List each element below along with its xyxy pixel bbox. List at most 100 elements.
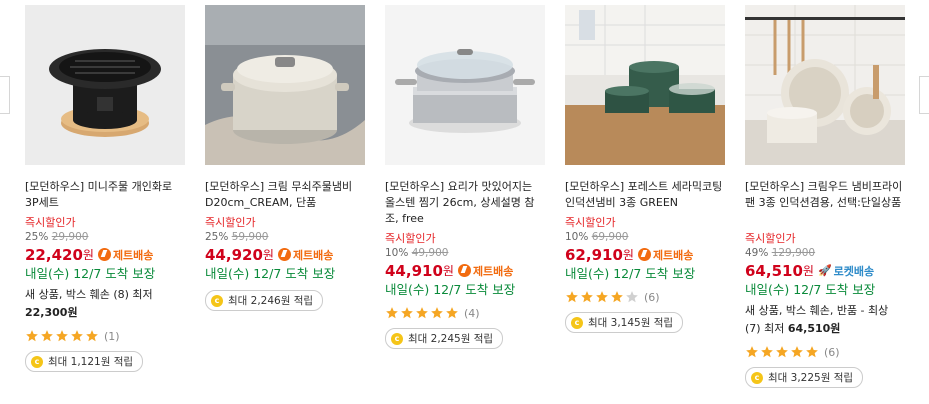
star-icon	[776, 346, 788, 358]
review-count: (1)	[104, 329, 120, 343]
product-card[interactable]: [모던하우스] 포레스트 세라믹코팅 인덕션냄비 3종 GREEN 즉시할인가 …	[565, 5, 725, 333]
delivery-guarantee: 내일(수) 12/7 도착 보장	[205, 266, 336, 281]
rating-stars: (1)	[25, 328, 185, 344]
reward-badge: c 최대 3,145원 적립	[565, 312, 684, 333]
discount-rate: 25%	[205, 231, 229, 243]
discount-row: 25% 59,900	[205, 230, 365, 244]
discount-row: 10% 49,900	[385, 246, 545, 260]
product-image-mini-cast-grill[interactable]	[25, 5, 185, 165]
star-icon	[401, 307, 413, 319]
instant-discount-label: 즉시할인가	[25, 216, 76, 229]
star-icon	[446, 307, 458, 319]
star-icon	[626, 291, 638, 303]
rating-stars: (4)	[385, 305, 545, 321]
rocket-icon: 🚀	[817, 264, 832, 277]
product-card[interactable]: [모던하우스] 요리가 맛있어지는 올스텐 찜기 26cm, 상세설명 참조, …	[385, 5, 545, 349]
currency-unit: 원	[802, 264, 814, 278]
used-item-info[interactable]: 새 상품, 박스 훼손, 반품 - 최상 (7) 최저 64,510원	[745, 302, 905, 338]
star-icon	[26, 330, 38, 342]
sale-price: 62,910	[565, 245, 623, 264]
price-row: 22,420 원 제트배송	[25, 245, 185, 264]
instant-discount-label: 즉시할인가	[205, 216, 256, 229]
star-icon	[41, 330, 53, 342]
delivery-guarantee: 내일(수) 12/7 도착 보장	[25, 266, 156, 281]
product-image-cream-wood-cookware[interactable]	[745, 5, 905, 165]
currency-unit: 원	[82, 248, 94, 262]
price-row: 64,510 원 🚀 로켓배송	[745, 261, 905, 280]
star-icon	[431, 307, 443, 319]
star-icon	[596, 291, 608, 303]
jet-delivery-icon	[97, 248, 111, 261]
coin-icon: c	[31, 355, 43, 368]
product-title[interactable]: [모던하우스] 크림 무쇠주물냄비D20cm_CREAM, 단품	[205, 179, 365, 211]
instant-discount-label: 즉시할인가	[385, 232, 436, 245]
price-row: 62,910 원 제트배송	[565, 245, 725, 264]
star-icon	[806, 346, 818, 358]
review-count: (4)	[464, 306, 480, 320]
currency-unit: 원	[442, 264, 454, 278]
discount-rate: 10%	[385, 247, 409, 259]
product-card[interactable]: [모던하우스] 크림 무쇠주물냄비D20cm_CREAM, 단품 즉시할인가 2…	[205, 5, 365, 311]
rocket-delivery-badge: 🚀 로켓배송	[817, 264, 875, 278]
jet-delivery-badge: 제트배송	[277, 247, 333, 263]
discount-rate: 49%	[745, 247, 769, 259]
original-price: 29,900	[51, 231, 89, 243]
reward-badge: c 최대 1,121원 적립	[25, 351, 144, 372]
discount-row: 25% 29,900	[25, 230, 185, 244]
product-card[interactable]: [모던하우스] 크림우드 냄비프라이팬 3종 인덕션겸용, 선택:단일상품 즉시…	[745, 5, 905, 388]
sale-price: 22,420	[25, 245, 83, 264]
original-price: 59,900	[231, 231, 269, 243]
jet-delivery-badge: 제트배송	[457, 263, 513, 279]
reward-badge: c 최대 2,245원 적립	[385, 328, 504, 349]
product-image-forest-ceramic-pots[interactable]	[565, 5, 725, 165]
product-image-steamer-pot[interactable]	[385, 5, 545, 165]
coin-icon: c	[751, 371, 763, 384]
delivery-guarantee: 내일(수) 12/7 도착 보장	[745, 282, 876, 297]
coin-icon: c	[391, 332, 403, 345]
discount-row: 49% 129,900	[745, 246, 905, 260]
star-icon	[566, 291, 578, 303]
currency-unit: 원	[262, 248, 274, 262]
jet-delivery-icon	[457, 264, 471, 277]
star-icon	[611, 291, 623, 303]
carousel-next-button[interactable]	[919, 76, 929, 114]
star-icon	[761, 346, 773, 358]
coin-icon: c	[211, 294, 223, 307]
used-item-info[interactable]: 새 상품, 박스 훼손 (8) 최저 22,300원	[25, 286, 185, 322]
original-price: 129,900	[771, 247, 816, 259]
coin-icon: c	[571, 316, 583, 329]
jet-delivery-icon	[277, 248, 291, 261]
original-price: 69,900	[591, 231, 629, 243]
product-image-cream-cast-pot[interactable]	[205, 5, 365, 165]
discount-row: 10% 69,900	[565, 230, 725, 244]
star-icon	[416, 307, 428, 319]
sale-price: 64,510	[745, 261, 803, 280]
star-icon	[581, 291, 593, 303]
star-icon	[71, 330, 83, 342]
product-title[interactable]: [모던하우스] 크림우드 냄비프라이팬 3종 인덕션겸용, 선택:단일상품	[745, 179, 905, 227]
star-icon	[791, 346, 803, 358]
delivery-guarantee: 내일(수) 12/7 도착 보장	[565, 266, 696, 281]
reward-badge: c 최대 3,225원 적립	[745, 367, 864, 388]
discount-rate: 10%	[565, 231, 589, 243]
reward-badge: c 최대 2,246원 적립	[205, 290, 324, 311]
sale-price: 44,920	[205, 245, 263, 264]
product-title[interactable]: [모던하우스] 미니주물 개인화로 3P세트	[25, 179, 185, 211]
product-title[interactable]: [모던하우스] 포레스트 세라믹코팅 인덕션냄비 3종 GREEN	[565, 179, 725, 211]
star-icon	[386, 307, 398, 319]
star-icon	[56, 330, 68, 342]
instant-discount-label: 즉시할인가	[745, 232, 796, 245]
product-card[interactable]: [모던하우스] 미니주물 개인화로 3P세트 즉시할인가 25% 29,900 …	[25, 5, 185, 372]
discount-rate: 25%	[25, 231, 49, 243]
rating-stars: (6)	[745, 344, 905, 360]
carousel-prev-button[interactable]	[0, 76, 10, 114]
review-count: (6)	[644, 290, 660, 304]
currency-unit: 원	[622, 248, 634, 262]
star-icon	[746, 346, 758, 358]
jet-delivery-badge: 제트배송	[637, 247, 693, 263]
product-title[interactable]: [모던하우스] 요리가 맛있어지는 올스텐 찜기 26cm, 상세설명 참조, …	[385, 179, 545, 227]
sale-price: 44,910	[385, 261, 443, 280]
star-icon	[86, 330, 98, 342]
price-row: 44,910 원 제트배송	[385, 261, 545, 280]
delivery-guarantee: 내일(수) 12/7 도착 보장	[385, 282, 516, 297]
